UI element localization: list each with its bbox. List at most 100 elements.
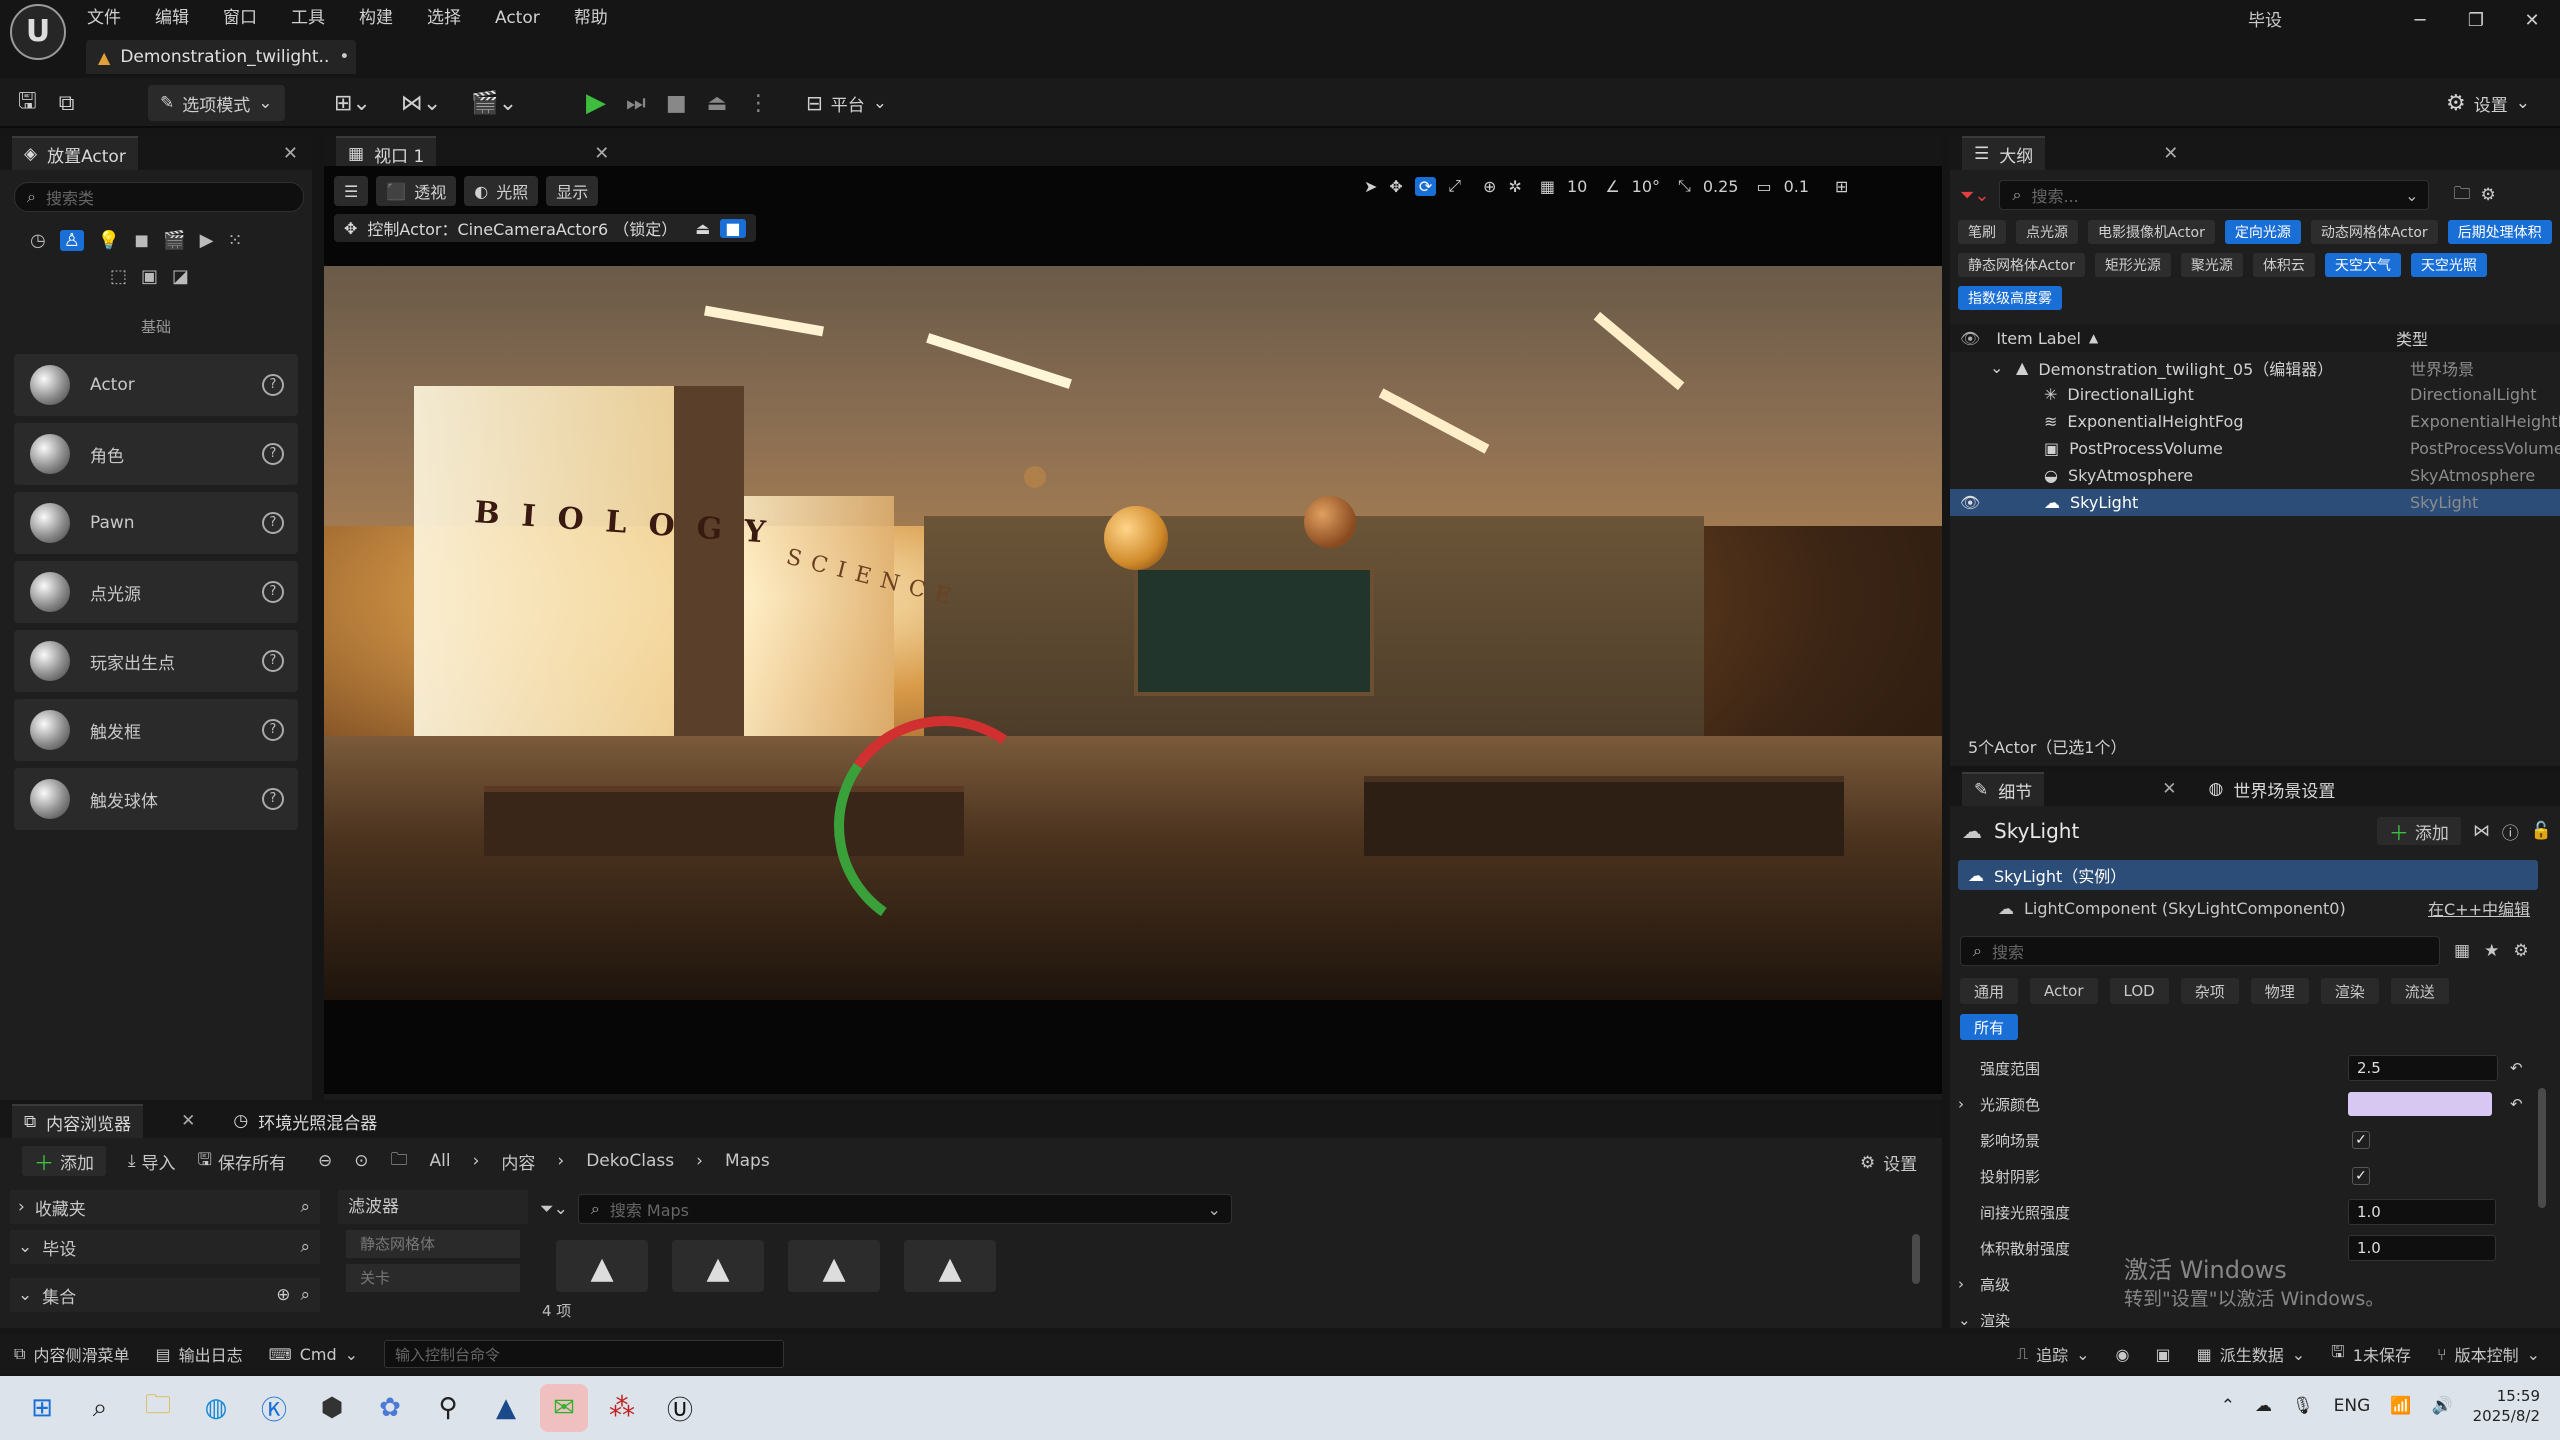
menu-edit[interactable]: 编辑	[138, 1, 206, 35]
details-scrollbar[interactable]	[2538, 1088, 2546, 1208]
gear-icon[interactable]: ⚙	[2513, 941, 2528, 961]
actor-item-player-start[interactable]: 玩家出生点?	[14, 630, 298, 692]
filter-chip[interactable]: 电影摄像机Actor	[2088, 220, 2215, 244]
property-row[interactable]: 投射阴影 ✓	[1950, 1158, 2560, 1194]
perspective-button[interactable]: ⬛ 透视	[376, 176, 457, 206]
property-checkbox[interactable]: ✓	[2352, 1167, 2370, 1185]
property-row[interactable]: › 光源颜色 ↶	[1950, 1086, 2560, 1122]
outliner-row[interactable]: ◒ SkyAtmosphere SkyAtmosphere	[1950, 462, 2560, 489]
angle-snap-icon[interactable]: ∠	[1605, 177, 1619, 196]
property-value-input[interactable]: 1.0	[2348, 1235, 2496, 1261]
derived-data-button[interactable]: ▦ 派生数据 ⌄	[2197, 1342, 2306, 1366]
basic-icon[interactable]: ♙	[59, 230, 84, 251]
property-row[interactable]: 间接光照强度 1.0	[1950, 1194, 2560, 1230]
grid-size[interactable]: 10	[1567, 177, 1587, 196]
outliner-row[interactable]: ✳ DirectionalLight DirectionalLight	[1950, 381, 2560, 408]
category-filter[interactable]: LOD	[2109, 978, 2169, 1004]
actor-item-character[interactable]: 角色?	[14, 423, 298, 485]
wifi-icon[interactable]: 📶	[2390, 1396, 2411, 1416]
app-k-icon[interactable]: Ⓚ	[250, 1384, 298, 1432]
all-classes-icon[interactable]: ▣	[141, 266, 158, 287]
save-icon[interactable]: 🖫	[18, 84, 37, 122]
category-filter[interactable]: 物理	[2250, 978, 2309, 1004]
surface-snap-icon[interactable]: ✲	[1508, 177, 1521, 196]
mode-dropdown[interactable]: ✎ 选项模式 ⌄	[148, 85, 285, 121]
menu-tools[interactable]: 工具	[274, 1, 342, 35]
app-flower-icon[interactable]: ✿	[366, 1384, 414, 1432]
output-log-button[interactable]: ▤ 输出日志	[155, 1342, 242, 1366]
reset-icon[interactable]: ↶	[2510, 1095, 2523, 1113]
unreal-icon[interactable]: Ⓤ	[656, 1384, 704, 1432]
screenshot-icon[interactable]: ▣	[2155, 1345, 2170, 1364]
camera-view-icon[interactable]: ■	[720, 218, 746, 238]
tray-chevron-up-icon[interactable]: ⌃	[2221, 1396, 2235, 1416]
filter-static-mesh[interactable]: 静态网格体	[346, 1230, 520, 1258]
forward-icon[interactable]: ⊙	[354, 1151, 368, 1171]
light-color-swatch[interactable]	[2348, 1092, 2492, 1116]
tab-place-actor[interactable]: ◈ 放置Actor	[12, 136, 138, 170]
tab-details[interactable]: ✎ 细节	[1962, 772, 2045, 806]
eject-icon[interactable]: ⏏	[707, 91, 728, 116]
shapes-icon[interactable]: ◼	[134, 230, 149, 251]
visual-effects-icon[interactable]: ▶	[200, 230, 214, 251]
cinematic-icon[interactable]: 🎬	[163, 230, 185, 251]
help-icon[interactable]: ?	[262, 443, 284, 465]
cloud-icon[interactable]: ☁	[2255, 1396, 2272, 1416]
category-filter[interactable]: 杂项	[2180, 978, 2239, 1004]
close-icon[interactable]: ✕	[2504, 10, 2560, 31]
table-view-icon[interactable]: ▦	[2454, 941, 2470, 961]
content-scrollbar[interactable]	[1912, 1234, 1920, 1284]
map-asset-icon[interactable]: ▲	[672, 1240, 764, 1292]
component-root[interactable]: ☁ SkyLight（实例）	[1958, 860, 2538, 890]
grid-snap-icon[interactable]: ▦	[1540, 177, 1555, 196]
project-section[interactable]: ⌄ 毕设 ⌕	[10, 1230, 320, 1264]
record-icon[interactable]: ◉	[2116, 1345, 2130, 1364]
volumes-icon[interactable]: ⁙	[228, 230, 243, 251]
actor-search-input[interactable]: ⌕ 搜索类	[14, 182, 304, 212]
filter-chip[interactable]: 后期处理体积	[2447, 220, 2552, 244]
category-filter[interactable]: Actor	[2030, 978, 2098, 1004]
reset-icon[interactable]: ↶	[2510, 1059, 2523, 1077]
sequence-icon[interactable]: 🎬⌄	[471, 91, 517, 116]
import-button[interactable]: ⤓ 导入	[128, 1149, 176, 1174]
angle-size[interactable]: 10°	[1632, 177, 1660, 196]
star-icon[interactable]: ★	[2484, 941, 2499, 961]
outliner-row[interactable]: ▣ PostProcessVolume PostProcessVolume	[1950, 435, 2560, 462]
close-icon[interactable]: ✕	[181, 1111, 195, 1131]
filter-chip[interactable]: 矩形光源	[2094, 253, 2171, 277]
edit-cpp-link[interactable]: 在C++中编辑	[2428, 896, 2530, 920]
stop-icon[interactable]: ■	[666, 91, 687, 116]
actor-item-pawn[interactable]: Pawn?	[14, 492, 298, 554]
property-value-input[interactable]: 2.5	[2348, 1055, 2498, 1081]
more-icon[interactable]: ⋮	[747, 91, 769, 116]
col-type[interactable]: 类型	[2396, 326, 2428, 350]
filter-chip[interactable]: 聚光源	[2180, 253, 2243, 277]
show-button[interactable]: 显示	[546, 176, 599, 206]
file-explorer-icon[interactable]: 🗀	[134, 1384, 182, 1432]
lights-icon[interactable]: 💡	[98, 230, 120, 251]
mesh-icon[interactable]: ◪	[172, 266, 189, 287]
close-icon[interactable]: ✕	[2053, 143, 2178, 164]
filter-chip[interactable]: 体积云	[2252, 253, 2315, 277]
category-filter[interactable]: 通用	[1960, 978, 2019, 1004]
lock-icon[interactable]: 🔓	[2531, 821, 2552, 841]
help-icon[interactable]: ?	[262, 512, 284, 534]
scale-icon[interactable]: ⤢	[1448, 176, 1461, 196]
viewport-menu-button[interactable]: ☰	[334, 176, 369, 206]
menu-select[interactable]: 选择	[410, 1, 478, 35]
close-icon[interactable]: ✕	[444, 143, 609, 164]
app-dots-icon[interactable]: ⁂	[598, 1384, 646, 1432]
property-row[interactable]: 强度范围 2.5 ↶	[1950, 1050, 2560, 1086]
help-icon[interactable]: ?	[262, 788, 284, 810]
category-filter[interactable]: 流送	[2390, 978, 2449, 1004]
translate-icon[interactable]: ✥	[1389, 177, 1402, 196]
content-icon[interactable]: ⧉	[59, 91, 75, 116]
tab-outliner[interactable]: ☰ 大纲	[1962, 136, 2046, 170]
volume-icon[interactable]: 🔊	[2431, 1396, 2452, 1416]
search-icon[interactable]: ⌕	[76, 1384, 124, 1432]
minimize-icon[interactable]: ─	[2392, 10, 2448, 31]
search-icon[interactable]: ⌕	[300, 1237, 310, 1257]
console-input[interactable]: 输入控制台命令	[384, 1340, 785, 1368]
back-icon[interactable]: ⊖	[318, 1151, 332, 1171]
favorites-section[interactable]: › 收藏夹 ⌕	[10, 1190, 320, 1224]
